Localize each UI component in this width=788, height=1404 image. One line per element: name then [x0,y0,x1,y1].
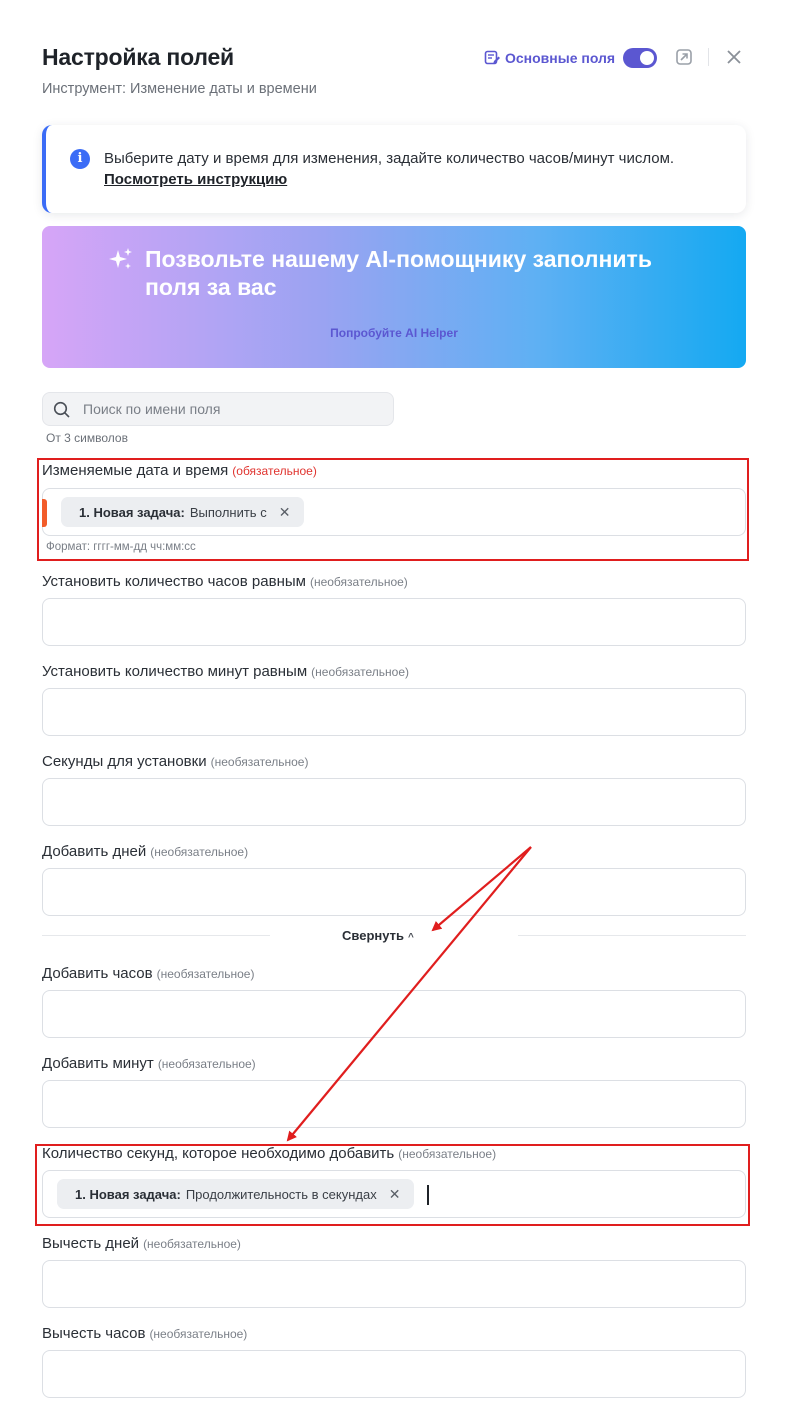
annotation-box-seconds [35,1144,750,1226]
instruction-link[interactable]: Посмотреть инструкцию [104,171,287,188]
field-label-text: Установить количество часов равным [42,573,306,590]
field-label-text: Вычесть дней [42,1235,140,1252]
add-days-input[interactable] [42,868,746,916]
optional-tag: (необязательное) [309,575,408,589]
add-minutes-input[interactable] [42,1080,746,1128]
sparkle-icon [109,248,132,269]
ai-helper-link[interactable]: Попробуйте AI Helper [42,326,746,340]
header: Настройка полей Инструмент: Изменение да… [42,40,746,110]
ai-banner-title: Позвольте нашему AI-помощнику заполнить … [145,246,652,300]
header-divider [708,48,709,66]
divider-left [42,935,270,936]
optional-tag: (необязательное) [311,665,410,679]
info-icon: i [70,149,90,169]
field-label-add-hours: Добавить часов (необязательное) [42,965,254,982]
main-fields-toggle[interactable] [623,48,658,68]
field-label-text: Добавить минут [42,1055,154,1072]
collapse-label: Свернуть [342,928,404,943]
main-fields-label[interactable]: Основные поля [505,50,615,66]
subtract-days-input[interactable] [42,1260,746,1308]
add-hours-input[interactable] [42,990,746,1038]
close-icon[interactable] [724,47,744,67]
page-subtitle: Инструмент: Изменение даты и времени [42,81,317,97]
collapse-button[interactable]: Свернуть ^ [342,928,414,943]
toggle-knob [640,51,655,65]
field-label-text: Установить количество минут равным [42,663,308,680]
field-label-set-hours: Установить количество часов равным (необя… [42,573,408,590]
field-label-set-minutes: Установить количество минут равным (необя… [42,663,409,680]
divider-right [518,935,746,936]
set-seconds-input[interactable] [42,778,746,826]
form-edit-icon [484,50,500,65]
field-label-text: Добавить дней [42,843,147,860]
info-text: Выберите дату и время для изменения, зад… [104,150,675,167]
main-fields-toggle-group[interactable]: Основные поля [484,47,658,69]
field-label-add-minutes: Добавить минут (необязательное) [42,1055,256,1072]
set-minutes-input[interactable] [42,688,746,736]
collapse-row: Свернуть ^ [42,926,746,946]
chevron-up-icon: ^ [407,932,414,943]
optional-tag: (необязательное) [156,967,255,981]
optional-tag: (необязательное) [143,1237,241,1251]
field-label-text: Добавить часов [42,965,153,982]
search-input[interactable] [83,393,383,425]
set-hours-input[interactable] [42,598,746,646]
field-label-text: Секунды для установки [42,753,207,770]
page-title: Настройка полей [42,44,234,70]
search-icon [53,401,70,418]
field-label-text: Вычесть часов [42,1325,146,1342]
ai-helper-banner[interactable]: Позвольте нашему AI-помощнику заполнить … [42,226,746,368]
field-label-subtract-days: Вычесть дней (необязательное) [42,1235,241,1252]
field-search[interactable] [42,392,394,426]
optional-tag: (необязательное) [210,755,309,769]
annotation-box-required [37,458,749,561]
field-label-set-seconds: Секунды для установки (необязательное) [42,753,308,770]
field-label-subtract-hours: Вычесть часов (необязательное) [42,1325,247,1342]
subtract-hours-input[interactable] [42,1350,746,1398]
optional-tag: (необязательное) [157,1057,256,1071]
optional-tag: (необязательное) [149,1327,248,1341]
optional-tag: (необязательное) [150,845,249,859]
field-label-add-days: Добавить дней (необязательное) [42,843,248,860]
info-box: i Выберите дату и время для изменения, з… [42,125,746,213]
pin-icon[interactable] [674,47,694,67]
search-hint: От 3 символов [46,431,128,445]
